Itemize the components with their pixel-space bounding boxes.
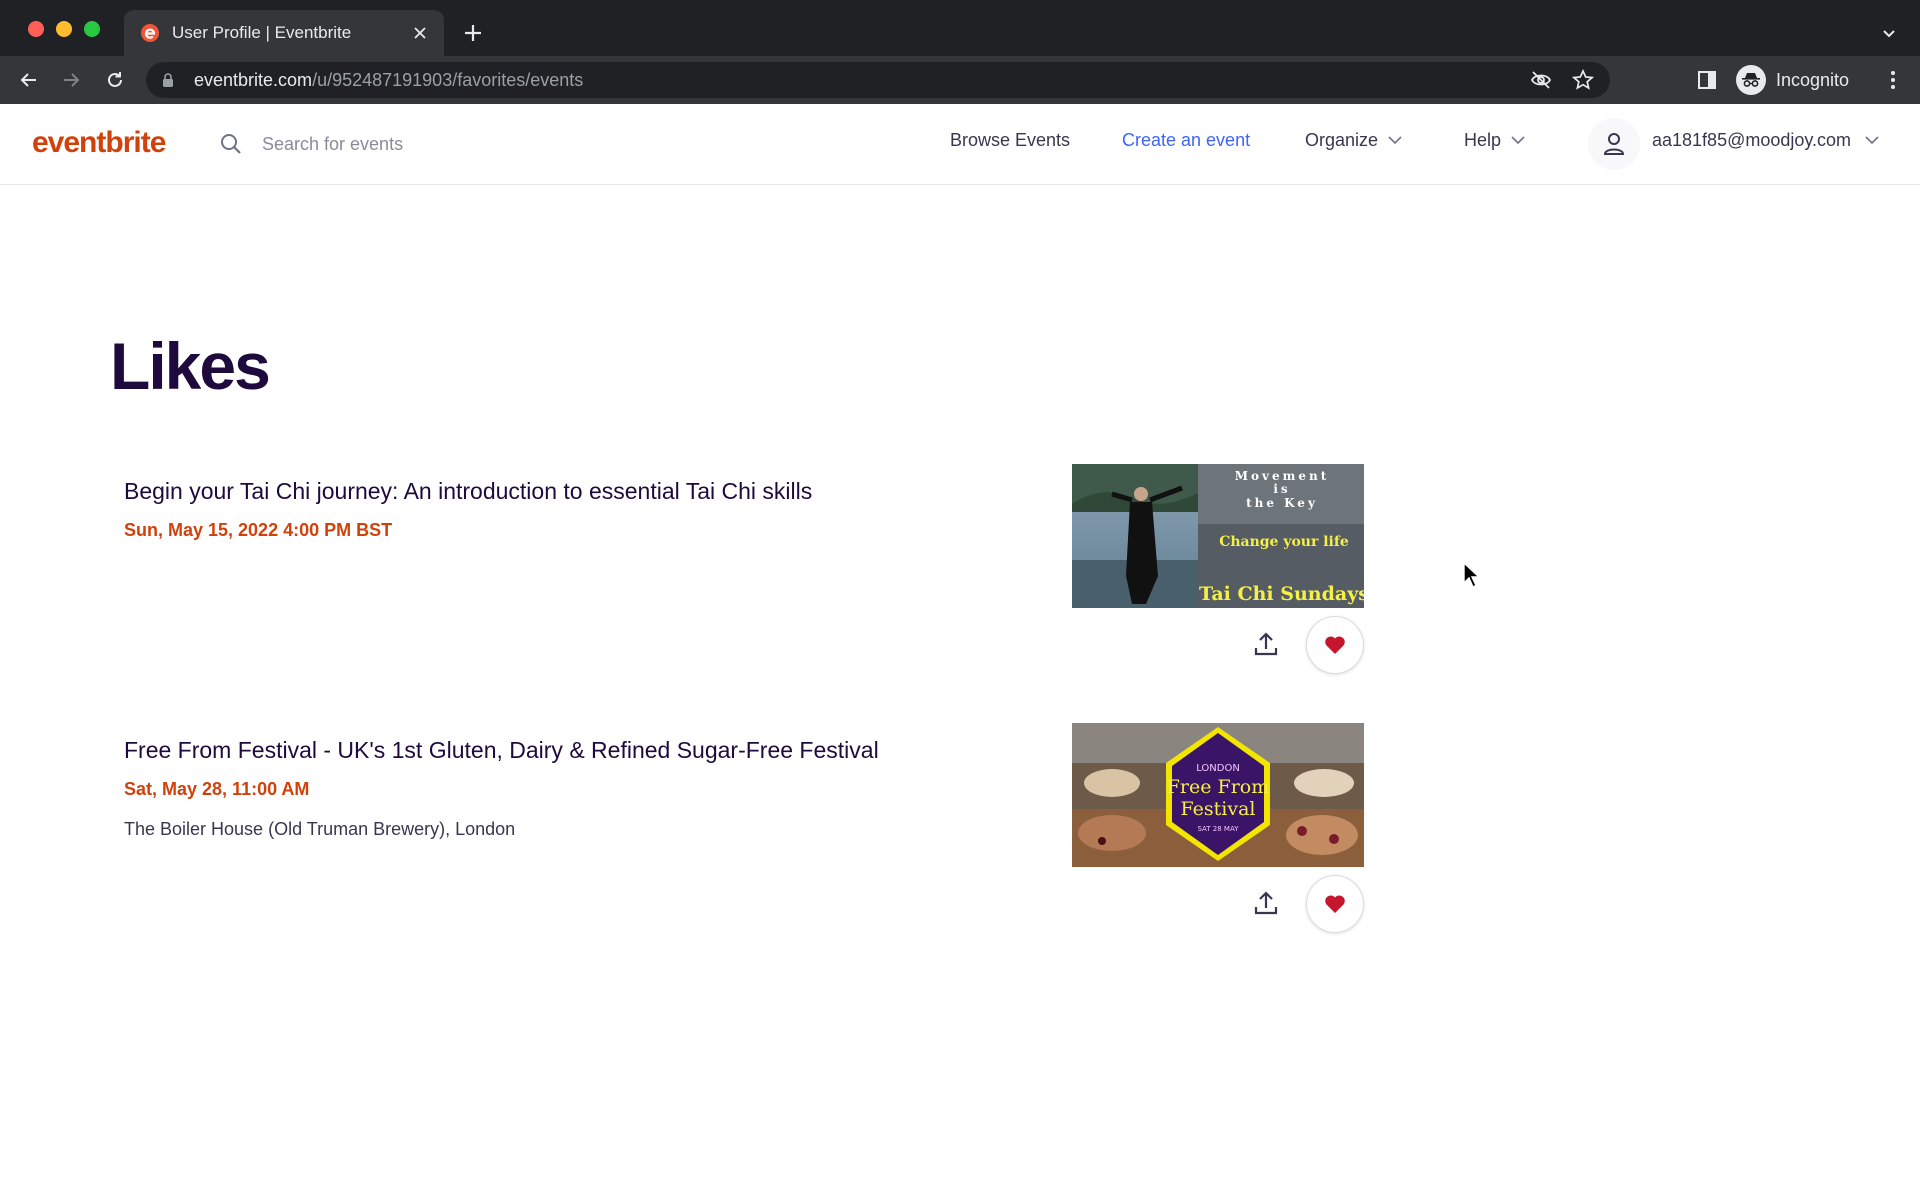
image-caption: Movement xyxy=(1235,469,1330,483)
chevron-down-icon xyxy=(1865,136,1879,145)
image-caption: Free From xyxy=(1167,776,1270,798)
mouse-cursor-icon xyxy=(1463,562,1481,588)
minimize-window-button[interactable] xyxy=(56,21,72,37)
event-image[interactable]: Movement is the Key Change your life Tai… xyxy=(1072,464,1364,608)
incognito-label: Incognito xyxy=(1776,69,1850,90)
heart-icon xyxy=(1325,636,1345,654)
browser-chrome: User Profile | Eventbrite eventbrite.com… xyxy=(0,0,1920,104)
side-panel-icon[interactable] xyxy=(1694,67,1720,93)
share-button[interactable] xyxy=(1242,620,1290,668)
incognito-icon xyxy=(1736,65,1766,95)
image-caption: Tai Chi Sundays xyxy=(1199,583,1364,605)
page-title: Likes xyxy=(110,329,271,403)
event-image[interactable]: LONDON Free From Festival SAT 28 MAY xyxy=(1072,723,1364,867)
lock-icon[interactable] xyxy=(162,72,178,88)
nav-help[interactable]: Help xyxy=(1464,130,1525,151)
nav-organize[interactable]: Organize xyxy=(1305,130,1402,151)
image-caption: SAT 28 MAY xyxy=(1197,825,1239,833)
eye-off-icon[interactable] xyxy=(1528,67,1554,93)
incognito-profile-button[interactable]: Incognito xyxy=(1736,62,1849,98)
url-text: eventbrite.com/u/952487191903/favorites/… xyxy=(194,69,584,90)
event-date: Sun, May 15, 2022 4:00 PM BST xyxy=(124,520,393,540)
search-icon[interactable] xyxy=(218,131,244,157)
tab-title: User Profile | Eventbrite xyxy=(172,23,352,42)
event-date: Sat, May 28, 11:00 AM xyxy=(124,779,310,799)
eventbrite-favicon-icon xyxy=(140,23,160,43)
address-bar[interactable]: eventbrite.com/u/952487191903/favorites/… xyxy=(146,62,1610,98)
user-account-menu[interactable]: aa181f85@moodjoy.com xyxy=(1652,130,1879,151)
nav-browse-events[interactable]: Browse Events xyxy=(950,130,1070,151)
event-title[interactable]: Begin your Tai Chi journey: An introduct… xyxy=(124,478,812,505)
image-caption: Festival xyxy=(1181,798,1256,820)
tab-search-chevron-icon[interactable] xyxy=(1876,20,1902,46)
user-avatar[interactable] xyxy=(1588,118,1640,170)
image-caption: is xyxy=(1273,482,1290,496)
eventbrite-logo[interactable]: eventbrite xyxy=(32,126,166,160)
share-icon xyxy=(1254,632,1278,656)
search-input[interactable] xyxy=(260,132,604,156)
like-button[interactable] xyxy=(1306,875,1364,933)
close-window-button[interactable] xyxy=(28,21,44,37)
browser-tab[interactable]: User Profile | Eventbrite xyxy=(124,10,444,56)
chevron-down-icon xyxy=(1511,136,1525,145)
site-header: eventbrite Browse Events Create an event… xyxy=(0,104,1920,185)
back-arrow-icon[interactable] xyxy=(14,65,44,95)
share-icon xyxy=(1254,891,1278,915)
search-bar[interactable] xyxy=(218,124,618,164)
image-caption: LONDON xyxy=(1196,763,1240,774)
share-button[interactable] xyxy=(1242,879,1290,927)
browser-menu-icon[interactable] xyxy=(1880,67,1906,93)
maximize-window-button[interactable] xyxy=(84,21,100,37)
image-caption: Change your life xyxy=(1219,534,1349,550)
new-tab-icon[interactable] xyxy=(458,18,488,48)
heart-icon xyxy=(1325,895,1345,913)
user-icon xyxy=(1603,133,1625,155)
page-content: eventbrite Browse Events Create an event… xyxy=(0,104,1920,1200)
nav-create-event[interactable]: Create an event xyxy=(1122,130,1250,151)
bookmark-star-icon[interactable] xyxy=(1570,67,1596,93)
window-controls xyxy=(28,21,100,37)
chevron-down-icon xyxy=(1388,136,1402,145)
forward-arrow-icon[interactable] xyxy=(56,65,86,95)
close-tab-icon[interactable] xyxy=(406,19,434,47)
reload-icon[interactable] xyxy=(100,65,130,95)
like-button[interactable] xyxy=(1306,616,1364,674)
event-title[interactable]: Free From Festival - UK's 1st Gluten, Da… xyxy=(124,737,879,764)
image-caption: the Key xyxy=(1246,496,1318,510)
event-location: The Boiler House (Old Truman Brewery), L… xyxy=(124,819,516,839)
browser-toolbar: eventbrite.com/u/952487191903/favorites/… xyxy=(0,56,1920,104)
